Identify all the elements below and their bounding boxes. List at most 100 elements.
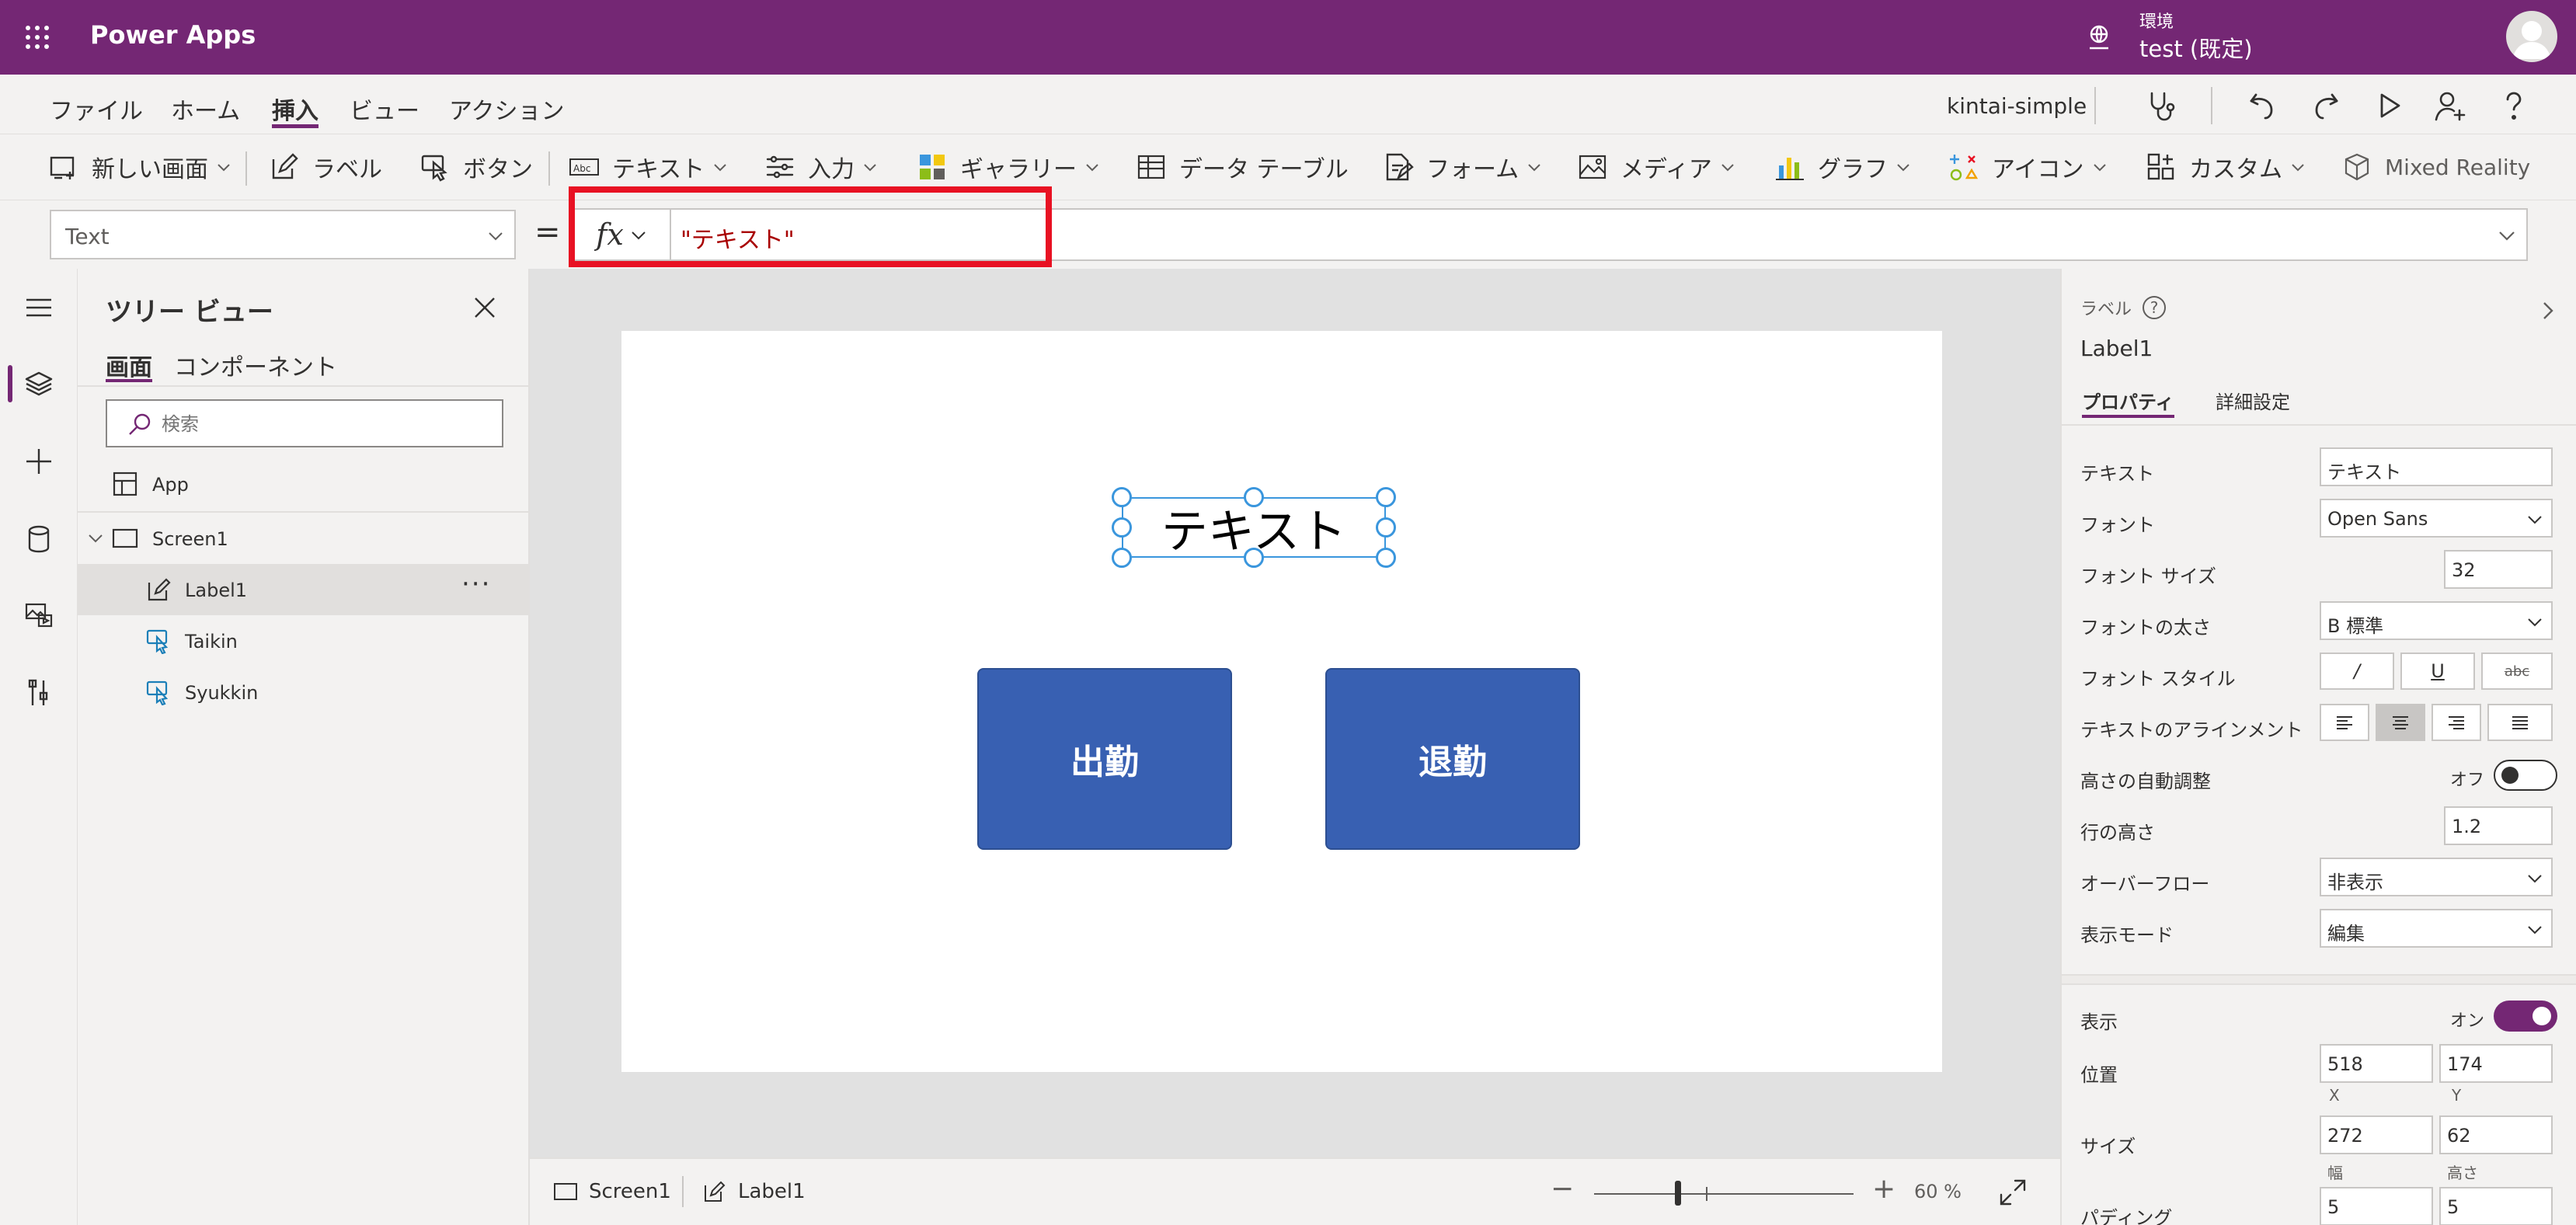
menu-home[interactable]: ホーム (171, 92, 240, 126)
resize-handle[interactable] (1376, 487, 1396, 507)
tree-node-syukkin[interactable]: Syukkin (78, 666, 530, 718)
resize-handle[interactable] (1244, 548, 1264, 568)
chevron-down-icon (489, 232, 503, 241)
advanced-tools-icon[interactable] (23, 677, 54, 708)
italic-toggle[interactable]: / (2320, 653, 2394, 690)
environment-name[interactable]: test (既定) (2139, 31, 2253, 64)
zoom-slider-track[interactable] (1594, 1193, 1854, 1195)
menu-insert[interactable]: 挿入 (272, 92, 319, 128)
line-height-field[interactable]: 1.2 (2444, 806, 2553, 845)
autoheight-toggle[interactable] (2494, 760, 2557, 791)
align-center-button[interactable] (2376, 704, 2425, 741)
breadcrumb-control[interactable]: Label1 (702, 1179, 806, 1204)
zoom-out-button[interactable]: − (1551, 1173, 1574, 1205)
insert-plus-icon[interactable] (23, 446, 54, 477)
overflow-dropdown[interactable]: 非表示 (2320, 858, 2553, 896)
tab-properties[interactable]: プロパティ (2082, 387, 2174, 418)
align-left-button[interactable] (2320, 704, 2369, 741)
breadcrumb-screen[interactable]: Screen1 (553, 1179, 671, 1204)
insert-input-button[interactable]: 入力 (764, 150, 878, 184)
help-icon[interactable] (2497, 89, 2531, 123)
property-dropdown[interactable]: Text (50, 210, 516, 259)
user-avatar[interactable] (2506, 11, 2557, 62)
display-mode-dropdown[interactable]: 編集 (2320, 909, 2553, 948)
fit-to-window-icon[interactable] (1998, 1178, 2028, 1207)
redo-icon[interactable] (2309, 89, 2343, 123)
tree-node-label1[interactable]: Label1 ··· (78, 564, 530, 615)
width-field[interactable]: 272 (2320, 1115, 2433, 1154)
zoom-in-button[interactable]: + (1872, 1173, 1895, 1205)
tree-node-screen1[interactable]: Screen1 (78, 513, 530, 564)
chevron-right-icon[interactable] (2537, 300, 2559, 322)
data-cylinder-icon[interactable] (23, 524, 54, 555)
environment-icon[interactable] (2085, 23, 2113, 51)
tab-components[interactable]: コンポーネント (174, 348, 337, 382)
tree-view-layers-icon[interactable] (23, 368, 54, 399)
insert-label-button[interactable]: ラベル (269, 150, 382, 184)
tree-search-input[interactable] (162, 409, 488, 440)
insert-chart-button[interactable]: グラフ (1774, 150, 1911, 184)
chevron-down-icon (2528, 516, 2542, 524)
visible-toggle[interactable] (2494, 1001, 2557, 1032)
new-screen-button[interactable]: 新しい画面 (48, 150, 231, 184)
insert-button-button[interactable]: ボタン (419, 150, 533, 184)
menu-action[interactable]: アクション (449, 92, 565, 126)
position-x-field[interactable]: 518 (2320, 1044, 2433, 1083)
insert-icons-button[interactable]: アイコン (1948, 150, 2108, 184)
strikethrough-toggle[interactable]: abc (2481, 653, 2553, 690)
resize-handle[interactable] (1376, 548, 1396, 568)
close-icon[interactable] (472, 295, 497, 320)
app-screen-canvas[interactable]: テキスト 出勤 退勤 (621, 331, 1942, 1072)
align-right-button[interactable] (2432, 704, 2481, 741)
font-dropdown[interactable]: Open Sans (2320, 499, 2553, 538)
checkin-button[interactable]: 出勤 (977, 668, 1232, 850)
align-justify-button[interactable] (2487, 704, 2553, 741)
checkout-button[interactable]: 退勤 (1325, 668, 1580, 850)
tab-screens[interactable]: 画面 (106, 348, 152, 382)
tab-advanced[interactable]: 詳細設定 (2216, 387, 2290, 414)
insert-text-button[interactable]: Abc テキスト (569, 150, 728, 184)
undo-icon[interactable] (2245, 89, 2279, 123)
insert-mixed-reality-button[interactable]: Mixed Reality (2341, 150, 2530, 184)
menu-file[interactable]: ファイル (50, 92, 143, 126)
resize-handle[interactable] (1376, 517, 1396, 538)
preview-play-icon[interactable] (2372, 89, 2407, 123)
insert-data-table-button[interactable]: データ テーブル (1136, 150, 1349, 184)
tree-search-box[interactable] (106, 399, 503, 447)
insert-media-button[interactable]: メディア (1577, 150, 1735, 184)
expand-formula-icon[interactable] (2497, 225, 2517, 245)
app-name[interactable]: kintai-simple (1947, 93, 2087, 119)
resize-handle[interactable] (1112, 548, 1132, 568)
align-left-icon (2337, 716, 2352, 729)
insert-form-button[interactable]: フォーム (1383, 150, 1542, 184)
tree-node-app[interactable]: App (78, 458, 530, 510)
control-name[interactable]: Label1 (2080, 336, 2153, 361)
font-weight-dropdown[interactable]: B 標準 (2320, 601, 2553, 640)
menu-view[interactable]: ビュー (350, 92, 419, 126)
more-options-icon[interactable]: ··· (461, 569, 491, 600)
position-y-field[interactable]: 174 (2439, 1044, 2553, 1083)
zoom-slider-thumb[interactable] (1675, 1181, 1681, 1206)
tree-node-taikin[interactable]: Taikin (78, 615, 530, 666)
app-launcher-icon[interactable] (23, 23, 51, 51)
chevron-down-icon[interactable] (87, 530, 104, 547)
prop-font-row: フォント Open Sans (2062, 492, 2576, 544)
resize-handle[interactable] (1112, 517, 1132, 538)
resize-handle[interactable] (1244, 487, 1264, 507)
padding-bottom-field[interactable]: 5 (2439, 1187, 2553, 1225)
underline-toggle[interactable]: U (2400, 653, 2475, 690)
help-circle-icon[interactable]: ? (2143, 296, 2167, 319)
chevron-down-icon (714, 164, 726, 172)
text-field[interactable]: テキスト (2320, 447, 2553, 486)
app-checker-icon[interactable] (2144, 89, 2178, 123)
prop-label: パディング (2080, 1207, 2173, 1225)
share-user-icon[interactable] (2433, 89, 2467, 123)
insert-gallery-button[interactable]: ギャラリー (917, 150, 1100, 184)
font-size-field[interactable]: 32 (2444, 550, 2553, 589)
insert-custom-button[interactable]: カスタム (2146, 150, 2306, 184)
media-library-icon[interactable] (23, 600, 54, 631)
hamburger-menu-icon[interactable] (23, 292, 54, 323)
height-field[interactable]: 62 (2439, 1115, 2553, 1154)
padding-top-field[interactable]: 5 (2320, 1187, 2433, 1225)
resize-handle[interactable] (1112, 487, 1132, 507)
